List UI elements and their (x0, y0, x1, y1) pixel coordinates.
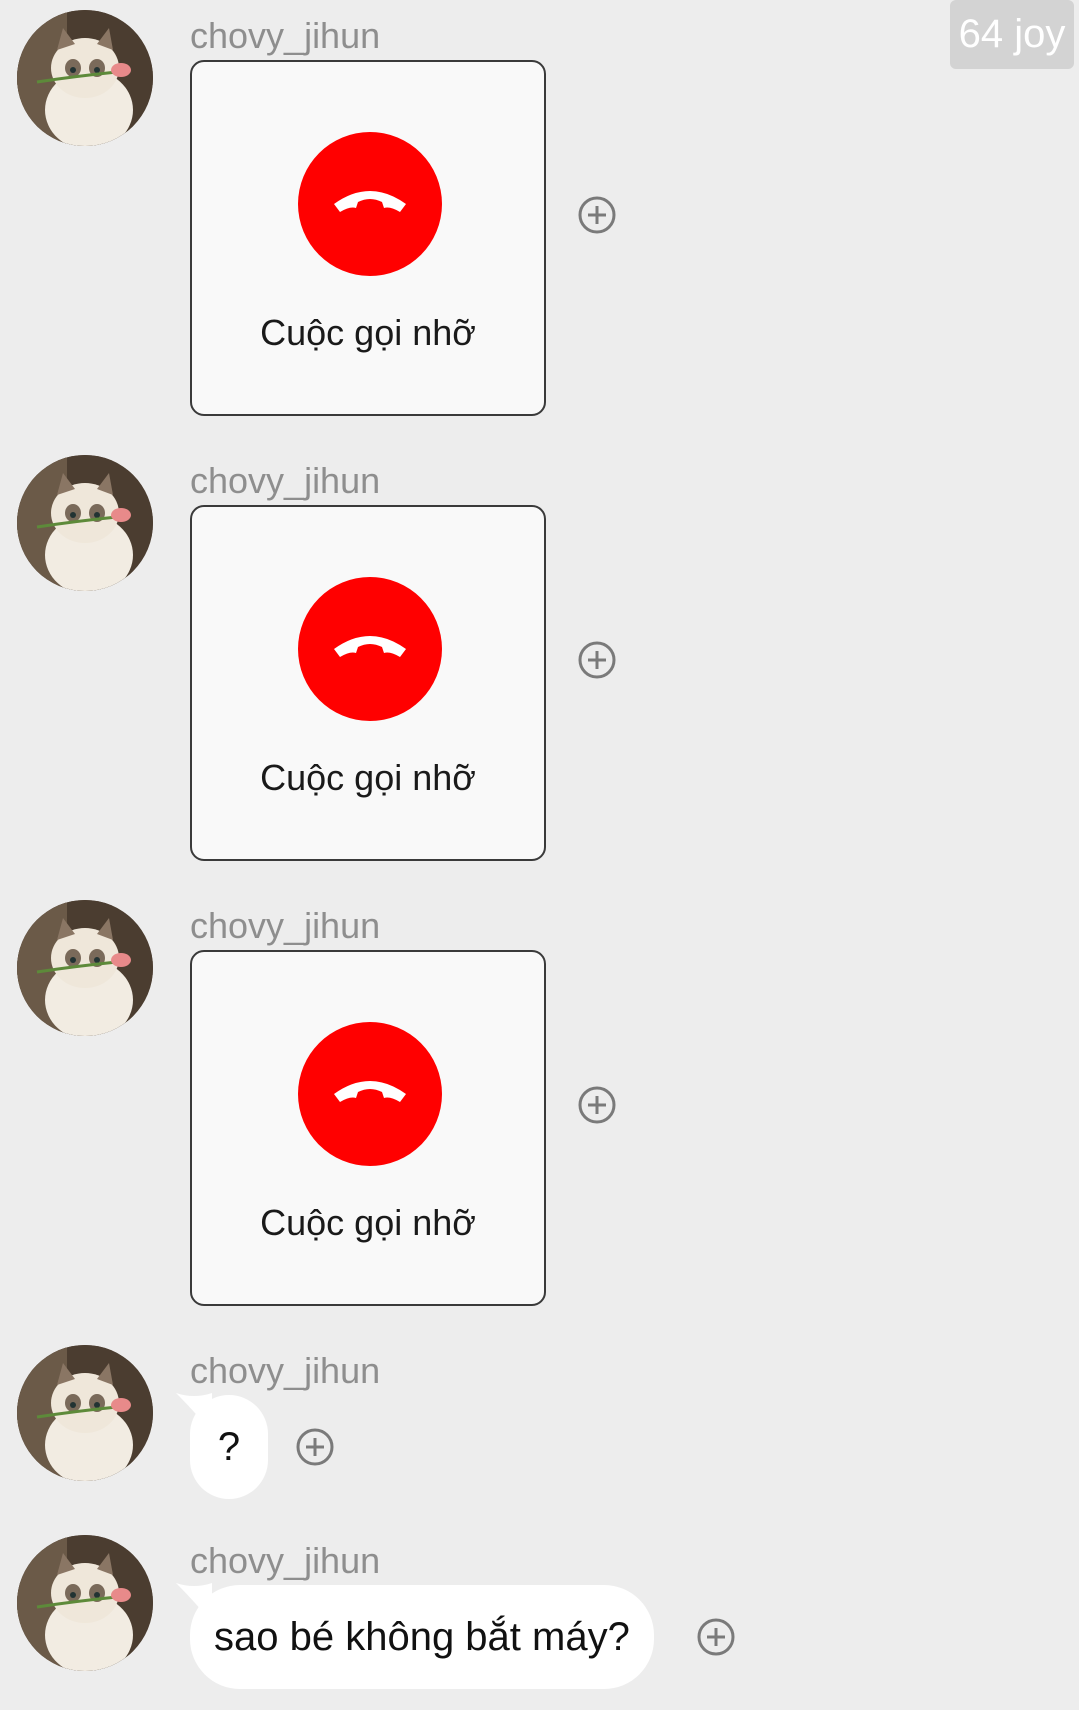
add-reaction-icon[interactable] (577, 195, 617, 235)
missed-call-card[interactable]: Cuộc gọi nhỡ (190, 950, 546, 1306)
cat-avatar-image (17, 900, 153, 1036)
sender-name: chovy_jihun (190, 15, 381, 56)
avatar[interactable] (17, 10, 153, 146)
phone-hangup-icon (298, 577, 442, 721)
sender-name: chovy_jihun (190, 460, 381, 501)
avatar[interactable] (17, 1345, 153, 1481)
message-row: chovy_jihun ? (0, 1335, 1079, 1510)
avatar[interactable] (17, 1535, 153, 1671)
cat-avatar-image (17, 10, 153, 146)
message-row: chovy_jihun Cuộc gọi nhỡ (0, 445, 1079, 875)
add-reaction-icon[interactable] (295, 1427, 335, 1467)
add-reaction-icon[interactable] (577, 1085, 617, 1125)
message-row: chovy_jihun Cuộc gọi nhỡ (0, 890, 1079, 1320)
avatar[interactable] (17, 900, 153, 1036)
sender-name: chovy_jihun (190, 1540, 381, 1581)
add-reaction-icon[interactable] (696, 1617, 736, 1657)
sender-name: chovy_jihun (190, 905, 381, 946)
message-bubble[interactable]: sao bé không bắt máy? (190, 1585, 654, 1689)
missed-call-card[interactable]: Cuộc gọi nhỡ (190, 60, 546, 416)
missed-call-label: Cuộc gọi nhỡ (260, 757, 476, 798)
message-bubble[interactable]: ? (190, 1395, 268, 1499)
phone-hangup-icon (298, 1022, 442, 1166)
avatar[interactable] (17, 455, 153, 591)
message-text: sao bé không bắt máy? (214, 1615, 630, 1659)
add-reaction-icon[interactable] (577, 640, 617, 680)
message-row: chovy_jihun sao bé không bắt máy? (0, 1525, 1079, 1705)
message-row: chovy_jihun Cuộc gọi nhỡ (0, 0, 1079, 430)
phone-hangup-icon (298, 132, 442, 276)
cat-avatar-image (17, 1345, 153, 1481)
cat-avatar-image (17, 1535, 153, 1671)
cat-avatar-image (17, 455, 153, 591)
message-text: ? (217, 1425, 241, 1469)
missed-call-card[interactable]: Cuộc gọi nhỡ (190, 505, 546, 861)
missed-call-label: Cuộc gọi nhỡ (260, 312, 476, 353)
sender-name: chovy_jihun (190, 1350, 381, 1391)
missed-call-label: Cuộc gọi nhỡ (260, 1202, 476, 1243)
